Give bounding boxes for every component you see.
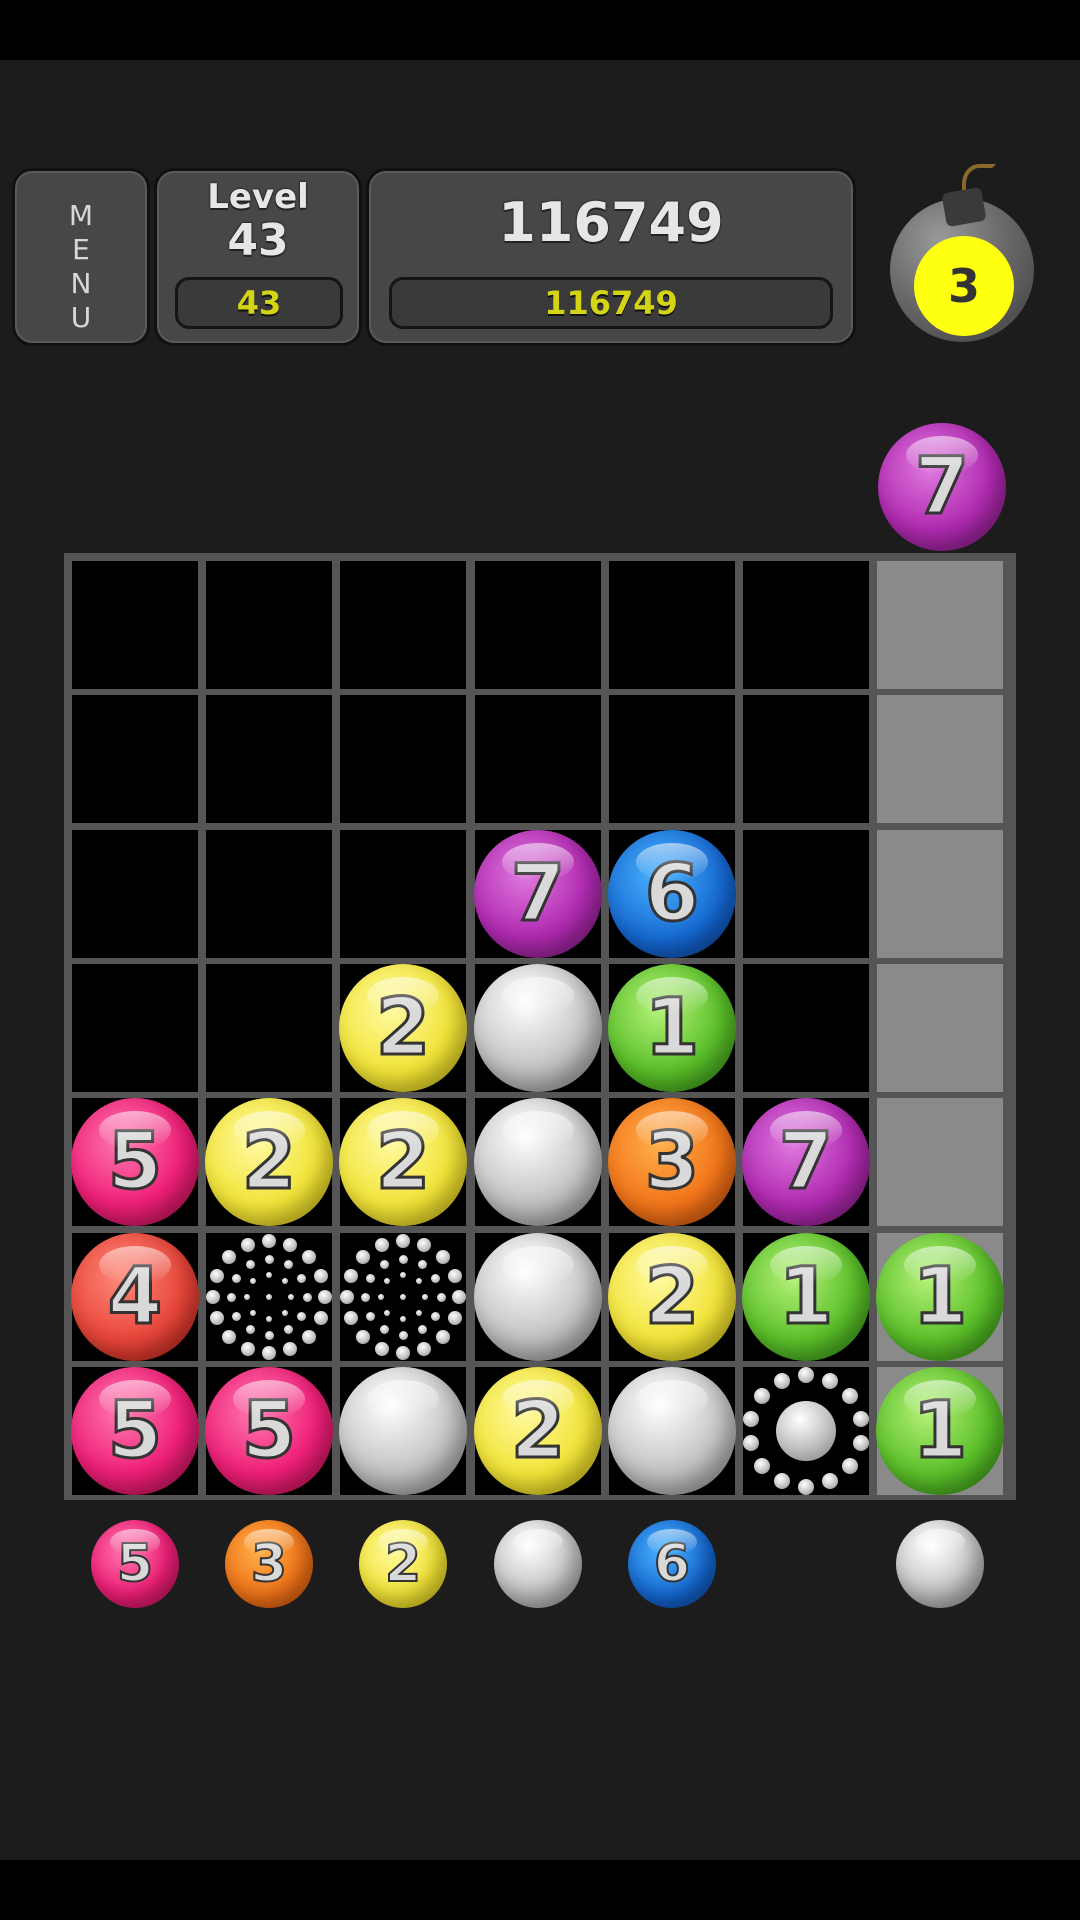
board-cell bbox=[206, 830, 332, 958]
ball-value: 1 bbox=[777, 1251, 834, 1344]
ball-value: 3 bbox=[643, 1116, 700, 1209]
ball-value: 5 bbox=[106, 1116, 163, 1209]
status-bar bbox=[0, 0, 1080, 60]
ball-value: 2 bbox=[509, 1385, 566, 1478]
board-cell bbox=[475, 561, 601, 689]
dotted-ring-icon bbox=[205, 1233, 333, 1361]
gray-ball bbox=[339, 1367, 467, 1495]
gray-ball bbox=[608, 1367, 736, 1495]
ball-value: 2 bbox=[374, 1116, 431, 1209]
level-badge: 43 bbox=[175, 277, 343, 329]
board-cell[interactable] bbox=[877, 561, 1003, 689]
ball-value: 1 bbox=[911, 1251, 968, 1344]
number-ball: 4 bbox=[71, 1233, 199, 1361]
number-ball: 5 bbox=[205, 1367, 333, 1495]
number-ball: 2 bbox=[608, 1233, 736, 1361]
score-value: 116749 bbox=[498, 191, 724, 254]
board-cell bbox=[609, 695, 735, 823]
board-cell bbox=[743, 561, 869, 689]
board-cell bbox=[72, 964, 198, 1092]
board-cell bbox=[609, 561, 735, 689]
number-ball: 1 bbox=[742, 1233, 870, 1361]
board-cell bbox=[72, 695, 198, 823]
board-cell bbox=[206, 964, 332, 1092]
gray-ball bbox=[474, 964, 602, 1092]
number-ball: 1 bbox=[876, 1367, 1004, 1495]
number-ball: 5 bbox=[71, 1367, 199, 1495]
preview-ball bbox=[896, 1520, 984, 1608]
ball-value: 1 bbox=[643, 982, 700, 1075]
board-cell bbox=[72, 561, 198, 689]
ball-value: 7 bbox=[777, 1116, 834, 1209]
score-badge: 116749 bbox=[389, 277, 833, 329]
next-ball[interactable]: 7 bbox=[878, 423, 1006, 551]
level-panel: Level 43 43 bbox=[154, 168, 362, 346]
board-cell bbox=[206, 695, 332, 823]
score-panel: 116749 116749 bbox=[366, 168, 856, 346]
number-ball: 7 bbox=[474, 830, 602, 958]
ball-value: 5 bbox=[240, 1385, 297, 1478]
preview-ball-value: 3 bbox=[250, 1533, 288, 1595]
preview-ball bbox=[494, 1520, 582, 1608]
preview-ball: 5 bbox=[91, 1520, 179, 1608]
gray-ball bbox=[474, 1233, 602, 1361]
ball-value: 1 bbox=[911, 1385, 968, 1478]
ball-value: 2 bbox=[643, 1251, 700, 1344]
number-ball: 2 bbox=[339, 964, 467, 1092]
menu-button[interactable]: MENU bbox=[12, 168, 150, 346]
dotted-ring-core-icon bbox=[742, 1367, 870, 1495]
number-ball: 2 bbox=[474, 1367, 602, 1495]
preview-ball: 6 bbox=[628, 1520, 716, 1608]
number-ball: 1 bbox=[876, 1233, 1004, 1361]
bomb-count: 3 bbox=[914, 236, 1014, 336]
game-board: 76215223742115521 bbox=[64, 553, 1016, 1500]
preview-ball: 2 bbox=[359, 1520, 447, 1608]
ball-value: 4 bbox=[106, 1251, 163, 1344]
next-ball-value: 7 bbox=[913, 441, 970, 534]
navigation-bar bbox=[0, 1860, 1080, 1920]
ball-value: 5 bbox=[106, 1385, 163, 1478]
board-cell[interactable] bbox=[877, 695, 1003, 823]
number-ball: 3 bbox=[608, 1098, 736, 1226]
board-cell bbox=[340, 695, 466, 823]
board-cell bbox=[72, 830, 198, 958]
preview-ball: 3 bbox=[225, 1520, 313, 1608]
menu-label: MENU bbox=[68, 199, 94, 334]
board-cell[interactable] bbox=[877, 1098, 1003, 1226]
number-ball: 7 bbox=[742, 1098, 870, 1226]
number-ball: 2 bbox=[205, 1098, 333, 1226]
ball-value: 2 bbox=[240, 1116, 297, 1209]
number-ball: 2 bbox=[339, 1098, 467, 1226]
level-label: Level bbox=[207, 177, 309, 217]
board-cell bbox=[743, 695, 869, 823]
ball-value: 2 bbox=[374, 982, 431, 1075]
preview-ball-value: 6 bbox=[653, 1533, 691, 1595]
board-cell bbox=[475, 695, 601, 823]
number-ball: 1 bbox=[608, 964, 736, 1092]
preview-ball-value: 2 bbox=[384, 1533, 422, 1595]
board-cell bbox=[743, 964, 869, 1092]
board-cell bbox=[206, 561, 332, 689]
board-cell bbox=[743, 830, 869, 958]
number-ball: 5 bbox=[71, 1098, 199, 1226]
ball-value: 7 bbox=[509, 848, 566, 941]
preview-ball-value: 5 bbox=[116, 1533, 154, 1595]
gray-ball bbox=[474, 1098, 602, 1226]
bomb-powerup[interactable]: 3 bbox=[886, 164, 1038, 350]
board-cell[interactable] bbox=[877, 964, 1003, 1092]
board-cell[interactable] bbox=[877, 830, 1003, 958]
dotted-ring-icon bbox=[339, 1233, 467, 1361]
ball-value: 6 bbox=[643, 848, 700, 941]
number-ball: 6 bbox=[608, 830, 736, 958]
level-value: 43 bbox=[227, 215, 289, 266]
bomb-cap-icon bbox=[941, 186, 987, 228]
board-cell bbox=[340, 830, 466, 958]
board-cell bbox=[340, 561, 466, 689]
